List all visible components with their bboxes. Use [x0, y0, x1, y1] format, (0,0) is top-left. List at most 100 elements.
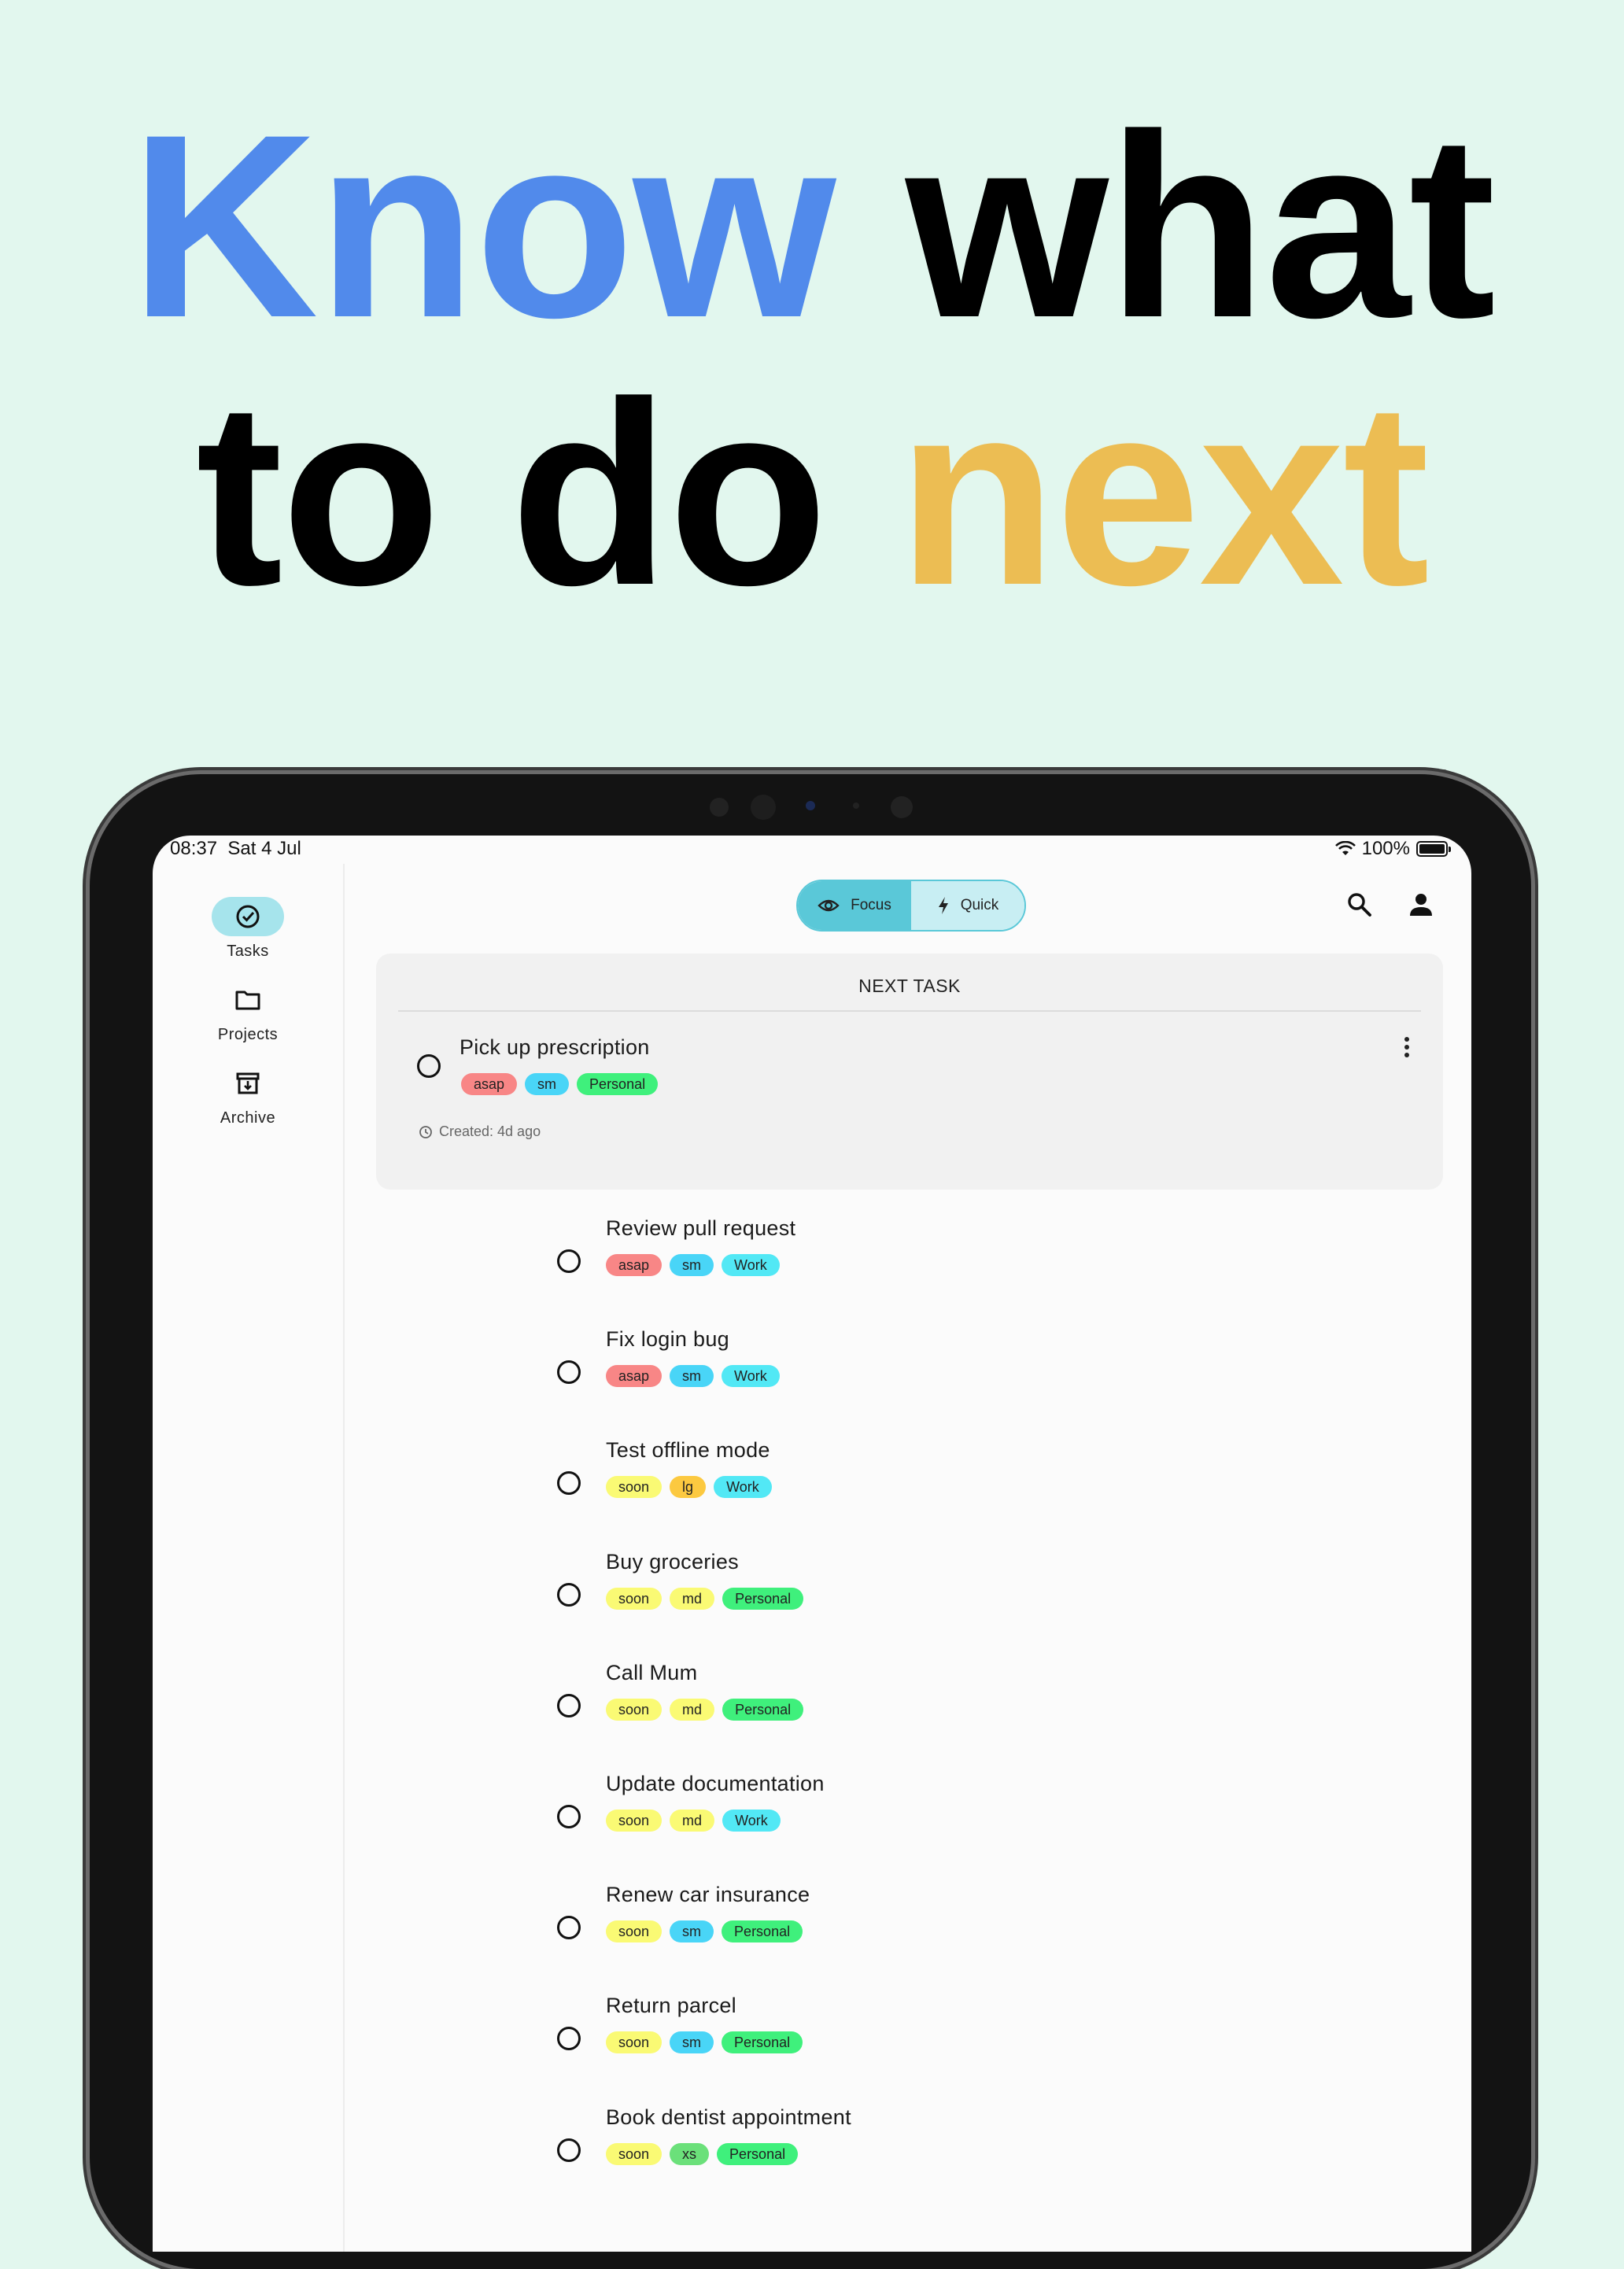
- headline-word-know: Know: [129, 80, 836, 372]
- task-tags: soon sm Personal: [606, 2031, 803, 2054]
- task-tags: soon md Personal: [606, 1698, 804, 1721]
- tag-md: md: [670, 1698, 715, 1721]
- task-row[interactable]: Buy groceries soon md Personal: [343, 1547, 1471, 1658]
- tag-personal: Personal: [722, 2031, 803, 2054]
- tag-soon: soon: [606, 1587, 663, 1610]
- task-row[interactable]: Renew car insurance soon sm Personal: [343, 1880, 1471, 1990]
- tag-work: Work: [722, 1810, 781, 1832]
- lightning-icon: [938, 897, 948, 914]
- next-task-created: Created: 4d ago: [419, 1123, 541, 1140]
- tag-personal: Personal: [717, 2142, 799, 2165]
- headline-line-2: to do next: [0, 363, 1624, 625]
- person-icon[interactable]: [1407, 891, 1435, 919]
- status-bar: 08:37 Sat 4 Jul 100%: [153, 836, 1471, 864]
- task-row[interactable]: Update documentation soon md Work: [343, 1769, 1471, 1880]
- headline-word-next: next: [897, 348, 1430, 640]
- task-row[interactable]: Fix login bug asap sm Work: [343, 1324, 1471, 1435]
- next-task-heading: NEXT TASK: [858, 976, 961, 996]
- next-task-tags: asap sm Personal: [461, 1073, 659, 1095]
- task-row[interactable]: Test offline mode soon lg Work: [343, 1435, 1471, 1546]
- status-time-date: 08:37 Sat 4 Jul: [170, 838, 301, 860]
- camera-dot-right: [891, 796, 913, 818]
- search-icon[interactable]: [1345, 891, 1374, 919]
- task-complete-checkbox[interactable]: [557, 1693, 581, 1717]
- task-row[interactable]: Return parcel soon sm Personal: [343, 1990, 1471, 2101]
- task-tags: soon lg Work: [606, 1476, 772, 1499]
- focus-mode-label: Focus: [851, 897, 891, 913]
- tag-personal: Personal: [577, 1073, 659, 1095]
- task-title: Fix login bug: [606, 1327, 729, 1352]
- task-title: Update documentation: [606, 1772, 825, 1795]
- camera-lens: [751, 795, 776, 820]
- nav-item-tasks[interactable]: Tasks: [153, 897, 343, 961]
- task-complete-checkbox[interactable]: [557, 1582, 581, 1607]
- task-row[interactable]: Review pull request asap sm Work: [343, 1213, 1471, 1324]
- mode-toggle: Focus Quick: [796, 880, 1026, 932]
- focus-mode-button[interactable]: Focus: [798, 881, 911, 930]
- nav-item-archive[interactable]: Archive: [153, 1064, 343, 1127]
- task-title: Call Mum: [606, 1660, 698, 1684]
- tag-lg: lg: [670, 1476, 707, 1499]
- next-task-more-icon[interactable]: [1404, 1037, 1409, 1061]
- task-complete-checkbox[interactable]: [557, 2027, 581, 2051]
- task-title: Buy groceries: [606, 1549, 739, 1574]
- task-complete-checkbox[interactable]: [557, 1916, 581, 1940]
- wifi-icon: [1334, 841, 1356, 855]
- tag-sm: sm: [670, 1920, 714, 1943]
- nav-pill-tasks: [212, 897, 284, 936]
- next-task-complete-checkbox[interactable]: [417, 1054, 441, 1078]
- headline-word-what: what: [834, 80, 1496, 372]
- tag-md: md: [670, 1587, 715, 1610]
- tag-soon: soon: [606, 2031, 663, 2054]
- status-date: Sat 4 Jul: [227, 838, 301, 859]
- task-title: Test offline mode: [606, 1438, 770, 1463]
- nav-pill-archive: [212, 1064, 284, 1103]
- task-title: Return parcel: [606, 1994, 736, 2018]
- archive-icon: [236, 1072, 260, 1094]
- quick-mode-button[interactable]: Quick: [911, 881, 1024, 930]
- tag-sm: sm: [670, 2031, 714, 2054]
- tag-personal: Personal: [722, 1920, 803, 1943]
- task-complete-checkbox[interactable]: [557, 1249, 581, 1273]
- tag-md: md: [670, 1810, 715, 1832]
- nav-label-archive: Archive: [220, 1109, 276, 1127]
- tag-sm: sm: [525, 1073, 570, 1095]
- task-title: Book dentist appointment: [606, 2105, 851, 2129]
- tag-soon: soon: [606, 2142, 663, 2165]
- tag-asap: asap: [606, 1254, 663, 1276]
- tag-sm: sm: [670, 1365, 714, 1388]
- check-circle-icon: [236, 905, 260, 928]
- tag-work: Work: [722, 1365, 780, 1388]
- task-complete-checkbox[interactable]: [557, 2138, 581, 2162]
- task-complete-checkbox[interactable]: [557, 1805, 581, 1828]
- task-tags: soon md Personal: [606, 1587, 804, 1610]
- camera-sensor: [806, 801, 815, 810]
- quick-mode-label: Quick: [960, 897, 999, 913]
- tag-personal: Personal: [722, 1698, 804, 1721]
- tag-sm: sm: [670, 1254, 714, 1276]
- tag-work: Work: [722, 1254, 780, 1276]
- nav-pill-projects: [212, 980, 284, 1020]
- nav-label-projects: Projects: [217, 1026, 279, 1043]
- clock-icon: [419, 1125, 432, 1138]
- task-complete-checkbox[interactable]: [557, 1471, 581, 1496]
- folder-icon: [235, 991, 260, 1010]
- nav-item-projects[interactable]: Projects: [153, 980, 343, 1044]
- tag-asap: asap: [606, 1365, 663, 1388]
- battery-icon: [1416, 841, 1451, 857]
- task-row[interactable]: Book dentist appointment soon xs Personal: [343, 2102, 1471, 2213]
- next-task-title: Pick up prescription: [460, 1035, 650, 1059]
- camera-dot-small: [853, 802, 859, 809]
- headline-word-to-do: to do: [195, 348, 898, 640]
- status-right: 100%: [1334, 838, 1451, 860]
- task-row[interactable]: Call Mum soon md Personal: [343, 1658, 1471, 1769]
- nav-label-tasks: Tasks: [227, 943, 269, 960]
- tag-soon: soon: [606, 1920, 663, 1943]
- tag-work: Work: [714, 1476, 772, 1499]
- task-complete-checkbox[interactable]: [557, 1360, 581, 1385]
- task-title: Review pull request: [606, 1216, 796, 1240]
- tag-xs: xs: [670, 2142, 710, 2165]
- next-task-card[interactable]: NEXT TASK Pick up prescription asap sm Per…: [376, 954, 1443, 1190]
- headline-line-1: Know what: [0, 96, 1624, 357]
- tag-soon: soon: [606, 1810, 663, 1832]
